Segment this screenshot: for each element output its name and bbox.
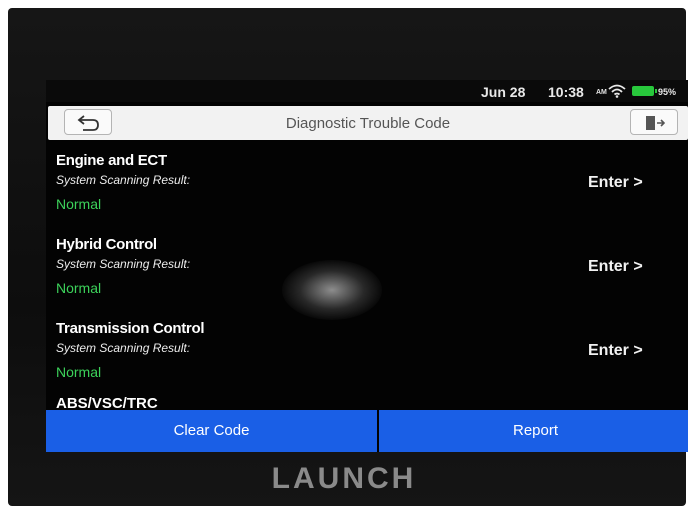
- wifi-icon: [608, 84, 626, 98]
- exit-button[interactable]: [630, 109, 678, 135]
- scan-result-label: System Scanning Result:: [56, 257, 191, 271]
- page-title: Diagnostic Trouble Code: [285, 115, 451, 132]
- exit-icon: [646, 116, 665, 130]
- screen: Jun 28 10:38 AM 95% Diagnostic Trouble C…: [46, 80, 688, 452]
- system-name: Engine and ECT: [56, 152, 167, 169]
- brand-logo: LAUNCH: [271, 462, 417, 495]
- system-row-hybrid[interactable]: Hybrid Control System Scanning Result: N…: [46, 226, 688, 310]
- enter-button[interactable]: Enter >: [588, 174, 643, 192]
- scan-status: Normal: [56, 196, 102, 212]
- system-row-engine[interactable]: Engine and ECT System Scanning Result: N…: [46, 142, 688, 226]
- status-ampm: AM: [596, 89, 607, 96]
- scan-result-label: System Scanning Result:: [56, 173, 191, 187]
- scan-status: Normal: [56, 364, 102, 380]
- status-date: Jun 28: [481, 84, 526, 100]
- system-row-transmission[interactable]: Transmission Control System Scanning Res…: [46, 310, 688, 394]
- device-frame: Jun 28 10:38 AM 95% Diagnostic Trouble C…: [8, 8, 688, 506]
- enter-button[interactable]: Enter >: [588, 258, 643, 276]
- status-bar: Jun 28 10:38 AM 95%: [46, 80, 688, 102]
- report-button[interactable]: Report: [379, 410, 688, 452]
- scan-status: Normal: [56, 280, 102, 296]
- status-time: 10:38: [548, 84, 584, 100]
- battery-percent: 95%: [658, 87, 677, 97]
- title-bar: Diagnostic Trouble Code: [48, 106, 688, 140]
- system-name: Transmission Control: [56, 320, 205, 337]
- system-list: Engine and ECT System Scanning Result: N…: [46, 142, 688, 408]
- system-name-partial[interactable]: ABS/VSC/TRC: [56, 395, 158, 408]
- bottom-bar: Clear Code Report: [46, 410, 688, 452]
- system-name: Hybrid Control: [56, 236, 157, 253]
- clear-code-button[interactable]: Clear Code: [46, 410, 377, 452]
- scan-result-label: System Scanning Result:: [56, 341, 191, 355]
- battery-icon: [632, 86, 657, 96]
- enter-button[interactable]: Enter >: [588, 342, 643, 360]
